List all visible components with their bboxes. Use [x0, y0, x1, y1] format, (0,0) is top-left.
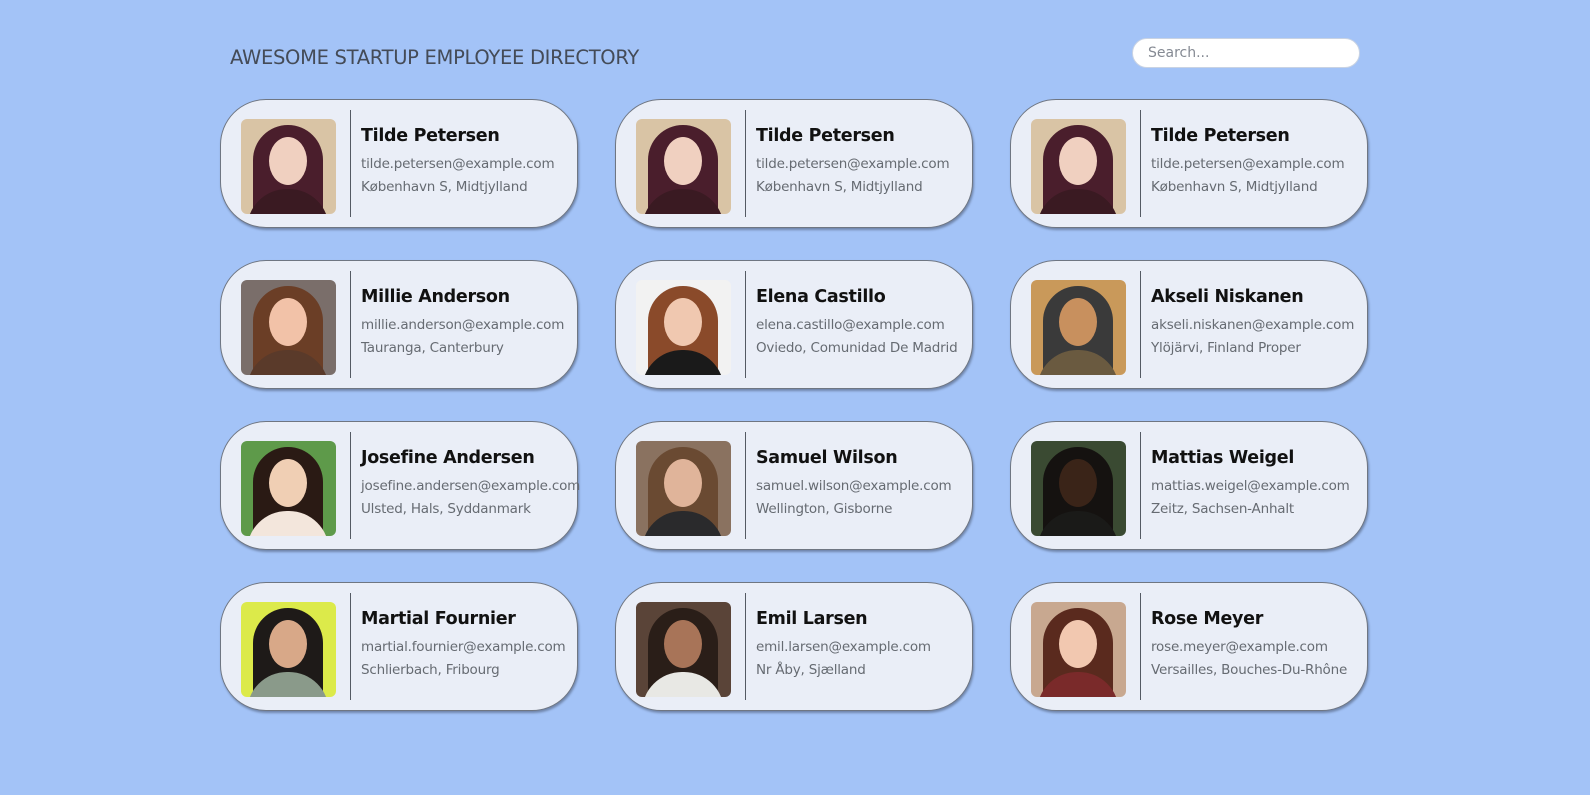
- employee-location: Tauranga, Canterbury: [361, 340, 504, 356]
- employee-info: Emil Larsen emil.larsen@example.com Nr Åby…: [756, 609, 968, 682]
- header: AWESOME STARTUP EMPLOYEE DIRECTORY: [230, 36, 1360, 80]
- employee-photo: [241, 280, 336, 375]
- card-divider: [1140, 271, 1141, 378]
- card-divider: [350, 271, 351, 378]
- employee-info: Tilde Petersen tilde.petersen@example.com…: [361, 126, 573, 199]
- employee-name: Emil Larsen: [756, 609, 868, 629]
- employee-email: millie.anderson@example.com: [361, 317, 565, 333]
- employee-info: Rose Meyer rose.meyer@example.com Versaill…: [1151, 609, 1363, 682]
- employee-card[interactable]: Tilde Petersen tilde.petersen@example.com…: [220, 99, 578, 228]
- employee-info: Tilde Petersen tilde.petersen@example.com…: [756, 126, 968, 199]
- employee-location: København S, Midtjylland: [1151, 179, 1318, 195]
- employee-info: Mattias Weigel mattias.weigel@example.com…: [1151, 448, 1363, 521]
- employee-card[interactable]: Elena Castillo elena.castillo@example.com…: [615, 260, 973, 389]
- employee-location: Zeitz, Sachsen-Anhalt: [1151, 501, 1295, 517]
- employee-photo: [241, 441, 336, 536]
- employee-name: Tilde Petersen: [361, 126, 500, 146]
- card-divider: [745, 271, 746, 378]
- employee-location: Oviedo, Comunidad De Madrid: [756, 340, 958, 356]
- search-input[interactable]: [1132, 38, 1360, 68]
- employee-name: Samuel Wilson: [756, 448, 898, 468]
- employee-email: rose.meyer@example.com: [1151, 639, 1328, 655]
- card-divider: [745, 432, 746, 539]
- card-divider: [1140, 593, 1141, 700]
- card-divider: [350, 432, 351, 539]
- employee-location: København S, Midtjylland: [361, 179, 528, 195]
- employee-email: elena.castillo@example.com: [756, 317, 945, 333]
- employee-location: Nr Åby, Sjælland: [756, 662, 866, 678]
- employee-grid: Tilde Petersen tilde.petersen@example.com…: [220, 99, 1368, 711]
- employee-info: Martial Fournier martial.fournier@example…: [361, 609, 573, 682]
- employee-name: Tilde Petersen: [1151, 126, 1290, 146]
- employee-card[interactable]: Tilde Petersen tilde.petersen@example.com…: [615, 99, 973, 228]
- employee-name: Akseli Niskanen: [1151, 287, 1304, 307]
- employee-email: mattias.weigel@example.com: [1151, 478, 1350, 494]
- employee-info: Millie Anderson millie.anderson@example.c…: [361, 287, 573, 360]
- employee-info: Tilde Petersen tilde.petersen@example.com…: [1151, 126, 1363, 199]
- employee-card[interactable]: Samuel Wilson samuel.wilson@example.com We…: [615, 421, 973, 550]
- employee-card[interactable]: Tilde Petersen tilde.petersen@example.com…: [1010, 99, 1368, 228]
- employee-photo: [636, 441, 731, 536]
- employee-name: Josefine Andersen: [361, 448, 535, 468]
- employee-info: Samuel Wilson samuel.wilson@example.com We…: [756, 448, 968, 521]
- employee-name: Mattias Weigel: [1151, 448, 1295, 468]
- employee-photo: [241, 119, 336, 214]
- employee-photo: [1031, 602, 1126, 697]
- employee-email: tilde.petersen@example.com: [1151, 156, 1345, 172]
- employee-name: Rose Meyer: [1151, 609, 1264, 629]
- employee-photo: [1031, 441, 1126, 536]
- card-divider: [1140, 110, 1141, 217]
- employee-name: Martial Fournier: [361, 609, 516, 629]
- card-divider: [350, 593, 351, 700]
- card-divider: [350, 110, 351, 217]
- employee-location: Ulsted, Hals, Syddanmark: [361, 501, 531, 517]
- employee-info: Elena Castillo elena.castillo@example.com…: [756, 287, 968, 360]
- employee-card[interactable]: Rose Meyer rose.meyer@example.com Versaill…: [1010, 582, 1368, 711]
- employee-location: København S, Midtjylland: [756, 179, 923, 195]
- employee-location: Versailles, Bouches-Du-Rhône: [1151, 662, 1348, 678]
- page-title: AWESOME STARTUP EMPLOYEE DIRECTORY: [230, 46, 639, 69]
- employee-email: tilde.petersen@example.com: [361, 156, 555, 172]
- employee-photo: [636, 280, 731, 375]
- employee-card[interactable]: Millie Anderson millie.anderson@example.c…: [220, 260, 578, 389]
- employee-email: martial.fournier@example.com: [361, 639, 566, 655]
- employee-email: emil.larsen@example.com: [756, 639, 931, 655]
- employee-photo: [1031, 280, 1126, 375]
- employee-card[interactable]: Mattias Weigel mattias.weigel@example.com…: [1010, 421, 1368, 550]
- employee-info: Akseli Niskanen akseli.niskanen@example.c…: [1151, 287, 1363, 360]
- card-divider: [745, 593, 746, 700]
- employee-location: Schlierbach, Fribourg: [361, 662, 500, 678]
- employee-card[interactable]: Martial Fournier martial.fournier@example…: [220, 582, 578, 711]
- employee-photo: [636, 119, 731, 214]
- employee-location: Ylöjärvi, Finland Proper: [1151, 340, 1301, 356]
- employee-photo: [241, 602, 336, 697]
- employee-card[interactable]: Emil Larsen emil.larsen@example.com Nr Åby…: [615, 582, 973, 711]
- employee-email: josefine.andersen@example.com: [361, 478, 581, 494]
- employee-card[interactable]: Akseli Niskanen akseli.niskanen@example.c…: [1010, 260, 1368, 389]
- employee-photo: [636, 602, 731, 697]
- employee-name: Tilde Petersen: [756, 126, 895, 146]
- employee-info: Josefine Andersen josefine.andersen@examp…: [361, 448, 581, 521]
- employee-name: Elena Castillo: [756, 287, 886, 307]
- employee-photo: [1031, 119, 1126, 214]
- employee-card[interactable]: Josefine Andersen josefine.andersen@examp…: [220, 421, 581, 550]
- employee-location: Wellington, Gisborne: [756, 501, 893, 517]
- employee-name: Millie Anderson: [361, 287, 510, 307]
- employee-email: akseli.niskanen@example.com: [1151, 317, 1355, 333]
- employee-email: tilde.petersen@example.com: [756, 156, 950, 172]
- card-divider: [745, 110, 746, 217]
- card-divider: [1140, 432, 1141, 539]
- employee-email: samuel.wilson@example.com: [756, 478, 952, 494]
